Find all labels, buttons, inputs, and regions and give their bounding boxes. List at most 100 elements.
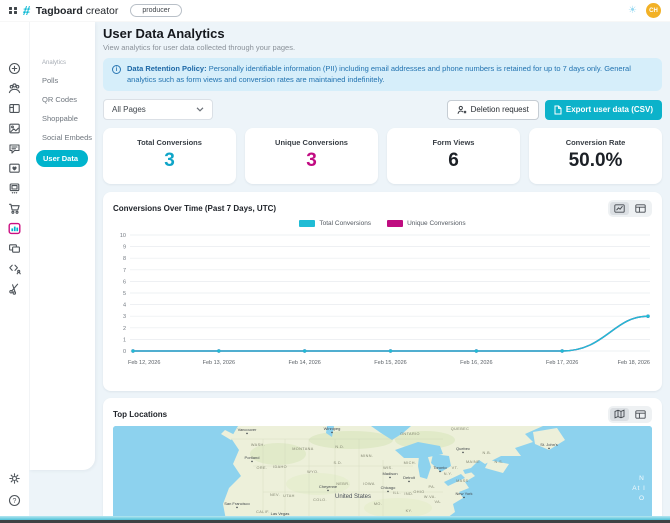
- producer-button[interactable]: producer: [130, 4, 183, 17]
- svg-text:N: N: [639, 475, 645, 482]
- svg-text:ORE.: ORE.: [257, 466, 268, 470]
- chart-legend: Total Conversions Unique Conversions: [113, 220, 652, 227]
- controls-row: All Pages Deletion request Export user d…: [103, 99, 662, 120]
- svg-text:NEBR.: NEBR.: [336, 482, 350, 486]
- pages-dropdown-value: All Pages: [112, 105, 146, 114]
- deletion-request-button[interactable]: Deletion request: [446, 99, 539, 120]
- theme-sun-icon[interactable]: ☀: [628, 5, 637, 16]
- main-content: User Data Analytics View analytics for u…: [103, 22, 662, 523]
- media-post-icon[interactable]: [8, 122, 21, 135]
- svg-text:WASH.: WASH.: [251, 443, 265, 447]
- cart-icon[interactable]: [8, 202, 21, 215]
- svg-text:San Francisco: San Francisco: [224, 501, 250, 506]
- svg-text:VT.: VT.: [452, 466, 459, 470]
- slideshow-icon[interactable]: [8, 182, 21, 195]
- sidebar-item-user-data[interactable]: User Data: [36, 150, 88, 167]
- svg-text:New York: New York: [456, 491, 473, 496]
- audience-icon[interactable]: [8, 82, 21, 95]
- svg-text:Quebec: Quebec: [456, 446, 470, 451]
- svg-text:Feb 15, 2026: Feb 15, 2026: [374, 360, 406, 366]
- sidebar-item-social-embeds[interactable]: Social Embeds: [30, 128, 95, 147]
- poll-icon[interactable]: [8, 162, 21, 175]
- svg-text:WIS.: WIS.: [383, 466, 393, 470]
- svg-text:Toronto: Toronto: [433, 465, 447, 470]
- chart-view-button[interactable]: [610, 201, 629, 215]
- svg-text:MO.: MO.: [374, 502, 382, 506]
- svg-text:Feb 17, 2026: Feb 17, 2026: [546, 360, 578, 366]
- svg-text:2: 2: [123, 326, 126, 332]
- svg-text:Portland: Portland: [245, 455, 260, 460]
- locations-map[interactable]: United States WASH. MONTANA N.D. MINN. ONTARI…: [113, 426, 652, 523]
- stat-label: Unique Conversions: [275, 138, 348, 147]
- table-view-button[interactable]: [631, 202, 650, 215]
- legend-item: Total Conversions: [299, 220, 371, 227]
- svg-text:N.D.: N.D.: [335, 445, 344, 449]
- sidebar-item-qr-codes[interactable]: QR Codes: [30, 90, 95, 109]
- svg-text:IDAHO: IDAHO: [273, 465, 287, 469]
- svg-text:WYO.: WYO.: [307, 470, 319, 474]
- pages-dropdown[interactable]: All Pages: [103, 99, 213, 120]
- svg-text:1: 1: [123, 337, 126, 343]
- app-window: # Tagboard creator producer ☀ CH ? Analy…: [0, 0, 670, 523]
- tagboard-logo-icon[interactable]: #: [22, 3, 31, 18]
- map-view-button[interactable]: [610, 407, 629, 421]
- export-user-data-button[interactable]: Export user data (CSV): [544, 99, 662, 120]
- svg-text:Feb 13, 2026: Feb 13, 2026: [203, 360, 235, 366]
- svg-text:4: 4: [123, 303, 126, 309]
- sidebar-section-label: Analytics: [42, 60, 67, 66]
- retention-banner: i Data Retention Policy: Personally iden…: [103, 58, 662, 91]
- embed-code-icon[interactable]: [8, 262, 21, 275]
- chart-card-title: Conversions Over Time (Past 7 Days, UTC): [113, 203, 277, 213]
- stat-value: 3: [306, 150, 317, 171]
- analytics-icon[interactable]: [8, 222, 21, 235]
- topbar: # Tagboard creator producer ☀ CH: [0, 0, 670, 22]
- stat-label: Conversion Rate: [565, 138, 626, 147]
- svg-text:Feb 14, 2026: Feb 14, 2026: [288, 360, 320, 366]
- svg-text:Madison: Madison: [382, 471, 397, 476]
- stat-value: 50.0%: [568, 150, 623, 171]
- legend-item: Unique Conversions: [387, 220, 466, 227]
- user-remove-icon: [457, 105, 467, 114]
- clip-tools-icon[interactable]: [8, 282, 21, 295]
- svg-text:ILL.: ILL.: [393, 491, 401, 495]
- sidebar-item-polls[interactable]: Polls: [30, 71, 95, 90]
- svg-text:S.D.: S.D.: [334, 461, 343, 465]
- svg-text:VA.: VA.: [434, 500, 441, 504]
- comment-icon[interactable]: [8, 142, 21, 155]
- svg-text:Chicago: Chicago: [381, 485, 396, 490]
- svg-text:KY.: KY.: [406, 509, 413, 513]
- help-icon[interactable]: ?: [8, 494, 21, 507]
- svg-text:COLO.: COLO.: [313, 498, 327, 502]
- icon-rail: ?: [0, 22, 29, 516]
- sidebar-item-shoppable[interactable]: Shoppable: [30, 109, 95, 128]
- map-view-toggle: [608, 405, 652, 423]
- svg-text:10: 10: [120, 233, 126, 239]
- app-grid-icon[interactable]: [9, 6, 17, 15]
- stat-card-total-conversions: Total Conversions 3: [103, 128, 236, 184]
- chart-view-toggle: [608, 199, 652, 217]
- settings-icon[interactable]: [8, 472, 21, 485]
- add-circle-icon[interactable]: [8, 62, 21, 75]
- stat-value: 3: [164, 150, 175, 171]
- svg-text:Vancouver: Vancouver: [238, 427, 257, 432]
- info-icon: i: [112, 65, 121, 74]
- svg-text:?: ?: [13, 498, 17, 505]
- svg-text:Feb 16, 2026: Feb 16, 2026: [460, 360, 492, 366]
- svg-text:At l: At l: [632, 485, 645, 492]
- table-view-button[interactable]: [631, 408, 650, 421]
- svg-text:UTAH: UTAH: [283, 494, 295, 498]
- map-icon: [614, 409, 625, 419]
- top-locations-card: Top Locations United States WASH. MONTANA N…: [103, 398, 662, 523]
- avatar[interactable]: CH: [646, 3, 661, 18]
- svg-text:MAINE: MAINE: [466, 460, 480, 464]
- stat-card-form-views: Form Views 6: [387, 128, 520, 184]
- svg-text:Feb 12, 2026: Feb 12, 2026: [128, 360, 160, 366]
- svg-text:NEV.: NEV.: [270, 493, 280, 497]
- svg-text:7: 7: [123, 268, 126, 274]
- svg-text:N.S.: N.S.: [495, 460, 504, 464]
- svg-text:IOWA: IOWA: [363, 482, 375, 486]
- displays-icon[interactable]: [8, 242, 21, 255]
- svg-text:Feb 18, 2026: Feb 18, 2026: [618, 360, 650, 366]
- panels-icon[interactable]: [8, 102, 21, 115]
- svg-text:Detroit: Detroit: [403, 475, 416, 480]
